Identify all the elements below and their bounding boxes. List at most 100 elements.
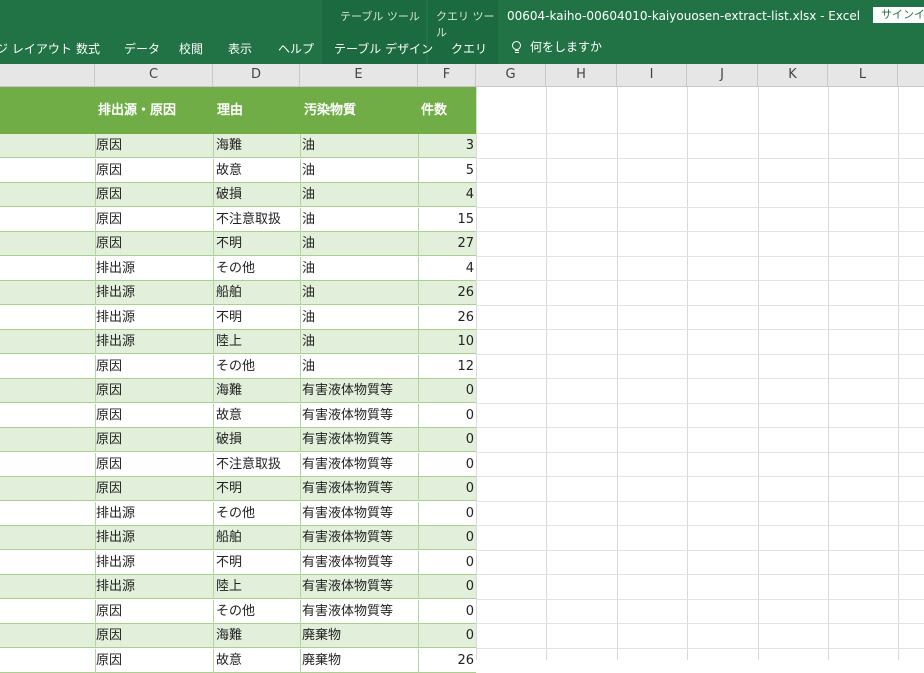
- cell-count[interactable]: 0: [418, 453, 474, 476]
- cell-pollutant[interactable]: 有害液体物質等: [302, 379, 418, 402]
- cell-count[interactable]: 5: [418, 159, 474, 182]
- cell-source-cause[interactable]: 原因: [96, 600, 212, 623]
- header-pollutant[interactable]: 汚染物質: [304, 87, 356, 134]
- cell-count[interactable]: 4: [418, 257, 474, 280]
- cell-source-cause[interactable]: 排出源: [96, 306, 212, 329]
- cell-source-cause[interactable]: 原因: [96, 624, 212, 647]
- tab-page-layout[interactable]: ジ レイアウト: [0, 40, 72, 57]
- cell-source-cause[interactable]: 原因: [96, 649, 212, 672]
- cell-pollutant[interactable]: 油: [302, 208, 418, 231]
- cell-source-cause[interactable]: 原因: [96, 355, 212, 378]
- cell-pollutant[interactable]: 油: [302, 159, 418, 182]
- cell-pollutant[interactable]: 油: [302, 281, 418, 304]
- cell-source-cause[interactable]: 排出源: [96, 551, 212, 574]
- cell-source-cause[interactable]: 原因: [96, 159, 212, 182]
- header-source-cause[interactable]: 排出源・原因: [98, 87, 176, 134]
- cell-pollutant[interactable]: 油: [302, 232, 418, 255]
- cell-source-cause[interactable]: 原因: [96, 428, 212, 451]
- cell-pollutant[interactable]: 油: [302, 183, 418, 206]
- cell-source-cause[interactable]: 原因: [96, 208, 212, 231]
- cell-count[interactable]: 0: [418, 551, 474, 574]
- cell-count[interactable]: 12: [418, 355, 474, 378]
- cell-count[interactable]: 0: [418, 404, 474, 427]
- cell-reason[interactable]: 故意: [216, 649, 300, 672]
- tab-table-design[interactable]: テーブル デザイン: [334, 40, 433, 57]
- cell-source-cause[interactable]: 原因: [96, 183, 212, 206]
- column-header-h[interactable]: H: [546, 64, 617, 86]
- cell-source-cause[interactable]: 原因: [96, 404, 212, 427]
- column-header-c[interactable]: C: [95, 64, 213, 86]
- tell-me-box[interactable]: 何をしますか: [512, 38, 602, 55]
- column-header-l[interactable]: L: [828, 64, 898, 86]
- cell-reason[interactable]: 不明: [216, 306, 300, 329]
- cell-source-cause[interactable]: 原因: [96, 477, 212, 500]
- cell-source-cause[interactable]: 排出源: [96, 330, 212, 353]
- cell-source-cause[interactable]: 排出源: [96, 575, 212, 598]
- cell-pollutant[interactable]: 有害液体物質等: [302, 502, 418, 525]
- tab-view[interactable]: 表示: [228, 40, 252, 57]
- cell-count[interactable]: 0: [418, 379, 474, 402]
- cell-reason[interactable]: 船舶: [216, 281, 300, 304]
- cell-reason[interactable]: 故意: [216, 404, 300, 427]
- worksheet-grid[interactable]: 排出源・原因 理由 汚染物質 件数 原因 海難油 3 原因 故意油 5 原因 破損油 4 原因 不注…: [0, 87, 924, 673]
- cell-count[interactable]: 0: [418, 526, 474, 549]
- tab-help[interactable]: ヘルプ: [278, 40, 314, 57]
- cell-pollutant[interactable]: 油: [302, 355, 418, 378]
- column-header-g[interactable]: G: [476, 64, 546, 86]
- cell-pollutant[interactable]: 有害液体物質等: [302, 575, 418, 598]
- cell-count[interactable]: 0: [418, 477, 474, 500]
- cell-reason[interactable]: その他: [216, 355, 300, 378]
- cell-pollutant[interactable]: 有害液体物質等: [302, 600, 418, 623]
- cell-source-cause[interactable]: 排出源: [96, 281, 212, 304]
- cell-source-cause[interactable]: 排出源: [96, 257, 212, 280]
- cell-pollutant[interactable]: 有害液体物質等: [302, 551, 418, 574]
- cell-reason[interactable]: 陸上: [216, 330, 300, 353]
- cell-reason[interactable]: 海難: [216, 379, 300, 402]
- cell-count[interactable]: 0: [418, 428, 474, 451]
- cell-count[interactable]: 26: [418, 306, 474, 329]
- cell-reason[interactable]: 不明: [216, 232, 300, 255]
- tab-formulas[interactable]: 数式: [76, 40, 100, 57]
- cell-count[interactable]: 0: [418, 502, 474, 525]
- column-header-i[interactable]: I: [617, 64, 687, 86]
- cell-pollutant[interactable]: 有害液体物質等: [302, 404, 418, 427]
- column-header-j[interactable]: J: [687, 64, 758, 86]
- cell-pollutant[interactable]: 有害液体物質等: [302, 428, 418, 451]
- cell-reason[interactable]: 不明: [216, 477, 300, 500]
- cell-pollutant[interactable]: 油: [302, 257, 418, 280]
- cell-reason[interactable]: 海難: [216, 624, 300, 647]
- header-reason[interactable]: 理由: [217, 87, 243, 134]
- cell-count[interactable]: 0: [418, 600, 474, 623]
- cell-reason[interactable]: 不明: [216, 551, 300, 574]
- cell-count[interactable]: 10: [418, 330, 474, 353]
- cell-count[interactable]: 27: [418, 232, 474, 255]
- column-header-partial[interactable]: [0, 64, 95, 86]
- tab-query[interactable]: クエリ: [451, 40, 487, 57]
- cell-count[interactable]: 15: [418, 208, 474, 231]
- cell-reason[interactable]: 海難: [216, 134, 300, 157]
- cell-source-cause[interactable]: 原因: [96, 232, 212, 255]
- cell-count[interactable]: 3: [418, 134, 474, 157]
- cell-source-cause[interactable]: 排出源: [96, 526, 212, 549]
- cell-count[interactable]: 4: [418, 183, 474, 206]
- cell-reason[interactable]: 不注意取扱: [216, 208, 300, 231]
- cell-reason[interactable]: その他: [216, 257, 300, 280]
- header-count[interactable]: 件数: [421, 87, 447, 134]
- signin-button[interactable]: サインイン: [873, 7, 924, 23]
- column-header-f[interactable]: F: [418, 64, 476, 86]
- cell-pollutant[interactable]: 油: [302, 306, 418, 329]
- cell-pollutant[interactable]: 有害液体物質等: [302, 453, 418, 476]
- cell-pollutant[interactable]: 油: [302, 134, 418, 157]
- cell-reason[interactable]: 破損: [216, 428, 300, 451]
- cell-reason[interactable]: その他: [216, 600, 300, 623]
- cell-pollutant[interactable]: 有害液体物質等: [302, 477, 418, 500]
- cell-source-cause[interactable]: 排出源: [96, 502, 212, 525]
- cell-reason[interactable]: 破損: [216, 183, 300, 206]
- tab-data[interactable]: データ: [124, 40, 160, 57]
- cell-count[interactable]: 26: [418, 649, 474, 672]
- cell-count[interactable]: 0: [418, 575, 474, 598]
- cell-source-cause[interactable]: 原因: [96, 379, 212, 402]
- cell-pollutant[interactable]: 廃棄物: [302, 624, 418, 647]
- cell-pollutant[interactable]: 廃棄物: [302, 649, 418, 672]
- cell-source-cause[interactable]: 原因: [96, 453, 212, 476]
